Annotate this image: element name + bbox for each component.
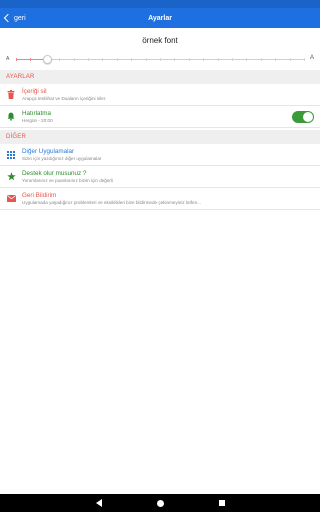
font-small-marker: A [6, 56, 10, 62]
reminder-toggle[interactable] [292, 111, 314, 123]
bell-icon [0, 112, 22, 121]
clear-content-title: İçeriği sil [22, 87, 47, 95]
reminder-title: Hatırlatma [22, 109, 52, 117]
section-header-other: DİĞER [0, 130, 320, 144]
slider-tick [73, 58, 75, 61]
slider-tick [59, 58, 61, 61]
feedback-subtitle: Uygulamada yaşadığınız problemleri ve ek… [22, 199, 201, 205]
slider-tick [116, 58, 118, 61]
support-title: Destek olur musunuz ? [22, 169, 87, 177]
support-texts: Destek olur musunuz ? Yorumlarınız ve pu… [22, 170, 320, 184]
nav-recents-icon[interactable] [218, 500, 225, 506]
slider-tick [232, 58, 233, 61]
reminder-item[interactable]: Hatırlatma Hergün - 20:00 [0, 106, 320, 128]
support-item[interactable]: Destek olur musunuz ? Yorumlarınız ve pu… [0, 166, 320, 188]
back-button[interactable]: geri [0, 8, 26, 28]
slider-tick [289, 58, 291, 61]
slider-tick [217, 58, 219, 61]
font-sample-text: örnek font [142, 36, 178, 45]
slider-tick [304, 58, 305, 61]
slider-tick [88, 58, 89, 61]
other-apps-texts: Diğer Uygulamalar Sizin için yazdığımız … [22, 148, 320, 162]
star-icon [0, 172, 22, 181]
reminder-subtitle: Hergün - 20:00 [22, 117, 53, 123]
status-bar [0, 0, 320, 8]
feedback-item[interactable]: Geri Bildirim Uygulamada yaşadığınız pro… [0, 188, 320, 210]
feedback-title: Geri Bildirim [22, 191, 57, 199]
slider-tick [275, 58, 277, 61]
other-apps-subtitle: Sizin için yazdığımız diğer uygulamalar [22, 155, 102, 161]
slider-tick [203, 58, 205, 61]
slider-tick [260, 58, 262, 61]
system-nav-bar [0, 494, 320, 512]
slider-tick [174, 58, 176, 61]
font-size-slider[interactable] [16, 55, 305, 64]
section-header-settings: AYARLAR [0, 70, 320, 84]
font-large-marker: A [309, 55, 314, 61]
nav-home-icon[interactable] [156, 499, 164, 507]
feedback-texts: Geri Bildirim Uygulamada yaşadığınız pro… [22, 192, 320, 206]
slider-tick [160, 58, 161, 61]
clear-content-item[interactable]: İçeriği sil Arapça tesbihat ve Duaların … [0, 84, 320, 106]
toggle-knob [303, 112, 313, 122]
slider-tick [16, 58, 17, 61]
page-title: Ayarlar [148, 14, 172, 22]
clear-content-subtitle: Arapça tesbihat ve Duaların içeriğini si… [22, 95, 107, 101]
app-bar: geri Ayarlar [0, 8, 320, 28]
screen: geri Ayarlar örnek font A A AYARLAR İçer… [0, 0, 320, 512]
slider-tick [30, 58, 32, 61]
grid-icon [0, 150, 22, 159]
slider-tick [102, 58, 104, 61]
other-apps-item[interactable]: Diğer Uygulamalar Sizin için yazdığımız … [0, 144, 320, 166]
back-label: geri [14, 14, 26, 22]
font-size-slider-row: A A [0, 52, 320, 68]
slider-tick [246, 58, 248, 61]
slider-tick [188, 58, 190, 61]
nav-back-icon[interactable] [95, 499, 102, 507]
slider-tick [145, 58, 147, 61]
slider-thumb[interactable] [43, 55, 53, 64]
trash-icon [0, 90, 22, 99]
envelope-icon [0, 195, 22, 202]
other-apps-title: Diğer Uygulamalar [22, 147, 75, 155]
slider-tick [131, 58, 133, 61]
reminder-texts: Hatırlatma Hergün - 20:00 [22, 110, 320, 124]
clear-content-texts: İçeriği sil Arapça tesbihat ve Duaların … [22, 88, 320, 102]
support-subtitle: Yorumlarınız ve puanlarınız bizim için d… [22, 177, 113, 183]
chevron-left-icon [3, 13, 13, 23]
